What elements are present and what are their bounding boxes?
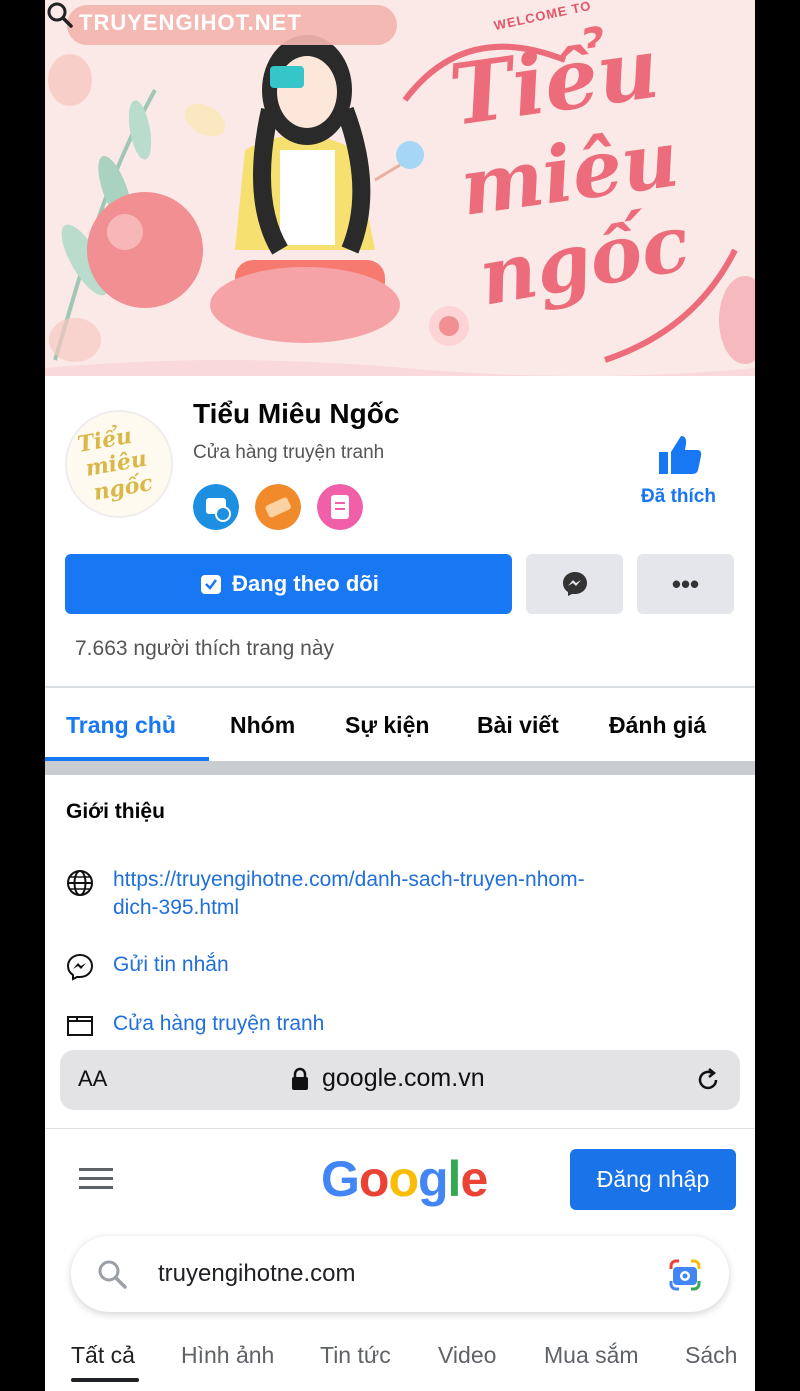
eraser-badge-icon[interactable]	[255, 484, 301, 530]
hamburger-menu-icon[interactable]	[79, 1166, 113, 1192]
shop-icon	[67, 1016, 93, 1036]
following-label: Đang theo dõi	[232, 571, 379, 596]
search-query[interactable]: truyengihotne.com	[158, 1260, 355, 1288]
divider	[45, 1128, 755, 1129]
sign-in-button[interactable]: Đăng nhập	[570, 1149, 736, 1210]
page-title: Tiểu Miêu Ngốc	[193, 398, 400, 429]
google-lens-icon[interactable]	[667, 1257, 703, 1293]
google-logo-letter: g	[418, 1151, 449, 1207]
google-tab-all[interactable]: Tất cả	[71, 1342, 135, 1369]
intro-title: Giới thiệu	[66, 800, 165, 823]
google-tab-news[interactable]: Tin tức	[320, 1342, 391, 1369]
reader-aa-button[interactable]: AA	[78, 1066, 107, 1092]
page-category: Cửa hàng truyện tranh	[193, 442, 385, 463]
google-logo[interactable]: Google	[321, 1150, 488, 1208]
liked-label[interactable]: Đã thích	[641, 486, 716, 508]
website-link[interactable]: https://truyengihotne.com/danh-sach-truy…	[113, 866, 585, 922]
google-tab-video[interactable]: Video	[438, 1342, 496, 1369]
checklist-badge-icon[interactable]	[317, 484, 363, 530]
messenger-button[interactable]	[526, 554, 623, 614]
google-logo-letter: l	[447, 1151, 462, 1207]
tab-reviews[interactable]: Đánh giá	[609, 712, 706, 739]
tab-events[interactable]: Sự kiện	[345, 712, 429, 739]
shop-category-link[interactable]: Cửa hàng truyện tranh	[113, 1010, 324, 1038]
google-search-box[interactable]: truyengihotne.com	[71, 1236, 729, 1312]
tab-home[interactable]: Trang chủ	[66, 712, 176, 739]
globe-icon	[67, 870, 93, 896]
tab-posts[interactable]: Bài viết	[477, 712, 559, 739]
messenger-icon	[562, 572, 587, 596]
thumbs-up-icon[interactable]	[657, 432, 703, 478]
google-tab-images[interactable]: Hình ảnh	[181, 1342, 274, 1369]
page-avatar[interactable]: Tiểu miêu ngốc	[65, 410, 173, 518]
google-logo-letter: o	[358, 1151, 390, 1207]
browser-address-bar[interactable]: AA google.com.vn	[60, 1050, 740, 1110]
more-options-button[interactable]: •••	[637, 554, 734, 614]
google-logo-letter: o	[388, 1151, 419, 1207]
reload-icon[interactable]	[694, 1066, 722, 1094]
website-link-line1: https://truyengihotne.com/danh-sach-truy…	[113, 868, 585, 891]
google-logo-letter: e	[460, 1151, 488, 1207]
search-icon	[47, 2, 73, 28]
like-badge-icon[interactable]	[193, 484, 239, 530]
cover-illustration: Tiểu miêu ngốc	[45, 0, 755, 376]
section-separator	[45, 761, 755, 775]
phone-screen: Tiểu miêu ngốc TRUYENGIHOT.NET WELCOME T…	[45, 0, 755, 1391]
following-button[interactable]: Đang theo dõi	[65, 554, 512, 614]
google-logo-letter: G	[321, 1151, 360, 1207]
search-icon	[98, 1260, 127, 1289]
google-tab-books[interactable]: Sách	[685, 1342, 737, 1369]
send-message-link[interactable]: Gửi tin nhắn	[113, 951, 229, 979]
website-link-line2: dich-395.html	[113, 896, 240, 919]
url-domain[interactable]: google.com.vn	[322, 1064, 485, 1093]
messenger-outline-icon	[66, 953, 94, 981]
divider	[45, 686, 755, 688]
active-tab-indicator	[71, 1378, 139, 1382]
avatar-logo: Tiểu miêu ngốc	[75, 421, 155, 506]
google-tab-shopping[interactable]: Mua sắm	[544, 1342, 639, 1369]
cover-photo[interactable]: Tiểu miêu ngốc TRUYENGIHOT.NET WELCOME T…	[45, 0, 755, 376]
likes-count: 7.663 người thích trang này	[75, 637, 334, 660]
lock-icon	[292, 1067, 308, 1090]
tab-groups[interactable]: Nhóm	[230, 712, 295, 739]
following-check-icon	[201, 575, 222, 594]
watermark-text: TRUYENGIHOT.NET	[79, 10, 302, 35]
